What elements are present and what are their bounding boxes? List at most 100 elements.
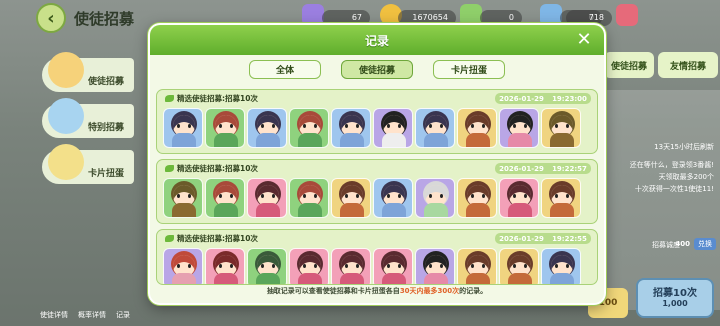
character-card[interactable]: [373, 178, 413, 218]
recruit-info-panel: 13天15小时后刷新 还在等什么，登录领3番酱! 天领取最多200个 十次获得一…: [602, 90, 720, 310]
character-card[interactable]: [163, 108, 203, 148]
character-eye: [188, 264, 191, 268]
character-card[interactable]: [289, 178, 329, 218]
character-card[interactable]: [331, 178, 371, 218]
character-body: [550, 273, 574, 284]
character-card[interactable]: [205, 178, 245, 218]
record-title-text: 精选使徒招募:招募10次: [177, 234, 258, 243]
character-card[interactable]: [457, 108, 497, 148]
character-eye: [188, 194, 191, 198]
side-tab-special-recruit[interactable]: 特别招募: [42, 98, 134, 138]
character-eye: [440, 124, 443, 128]
leaf-icon: [165, 165, 174, 172]
character-eye: [345, 194, 348, 198]
card-list: [163, 248, 581, 284]
recruit-ten-label: 招募10次: [653, 288, 697, 299]
character-card[interactable]: [541, 248, 581, 284]
character-eye: [566, 194, 569, 198]
close-icon[interactable]: ✕: [574, 30, 594, 50]
record-date: 2026-01-29: [499, 164, 544, 173]
character-card[interactable]: [373, 248, 413, 284]
character-body: [466, 273, 490, 284]
character-body: [214, 203, 238, 217]
record-timestamp: 2026-01-29 19:22:55: [495, 233, 591, 244]
character-card[interactable]: [247, 248, 287, 284]
character-eye: [482, 264, 485, 268]
character-card[interactable]: [541, 108, 581, 148]
back-button[interactable]: ‹: [36, 3, 66, 33]
character-eye: [230, 264, 233, 268]
footer-highlight: 30天内最多300次: [399, 287, 460, 295]
character-card[interactable]: [373, 108, 413, 148]
character-eye: [303, 264, 306, 268]
record-title-text: 精选使徒招募:招募10次: [177, 94, 258, 103]
character-body: [298, 203, 322, 217]
character-eye: [513, 124, 516, 128]
record-entry: 精选使徒招募:招募10次 2026-01-29 19:23:00: [156, 89, 598, 154]
record-time: 19:22:57: [552, 164, 587, 173]
modal-header: 记录 ✕: [150, 25, 604, 55]
exchange-button[interactable]: 兑换: [694, 238, 716, 250]
probability-detail-link[interactable]: 概率详情: [78, 310, 106, 320]
record-link[interactable]: 记录: [116, 310, 130, 320]
character-body: [298, 273, 322, 284]
info-line: 还在等什么，登录领3番酱!: [629, 161, 714, 169]
character-card[interactable]: [415, 108, 455, 148]
footer-suffix: 的记录。: [459, 287, 488, 295]
side-tab-label: 卡片扭蛋: [87, 169, 124, 179]
character-card[interactable]: [499, 108, 539, 148]
record-date: 2026-01-29: [499, 94, 544, 103]
side-tab-label: 特别招募: [87, 123, 124, 133]
side-tab-card-gacha[interactable]: 卡片扭蛋: [42, 144, 134, 184]
character-card[interactable]: [457, 178, 497, 218]
apostle-detail-link[interactable]: 使徒详情: [40, 310, 68, 320]
character-eye: [314, 264, 317, 268]
character-card[interactable]: [289, 108, 329, 148]
character-card[interactable]: [499, 178, 539, 218]
tab-friend-recruit[interactable]: 友情招募: [658, 52, 718, 78]
card-list: [163, 178, 581, 218]
character-card[interactable]: [499, 248, 539, 284]
character-card[interactable]: [289, 248, 329, 284]
record-title: 精选使徒招募:招募10次: [165, 93, 258, 104]
character-card[interactable]: [205, 248, 245, 284]
character-eye: [345, 124, 348, 128]
character-eye: [555, 194, 558, 198]
character-eye: [513, 194, 516, 198]
character-card[interactable]: [331, 248, 371, 284]
character-body: [382, 203, 406, 217]
character-card[interactable]: [541, 178, 581, 218]
character-card[interactable]: [415, 178, 455, 218]
card-gacha-icon: [48, 144, 84, 180]
character-eye: [566, 264, 569, 268]
tab-card-gacha[interactable]: 卡片扭蛋: [433, 60, 505, 79]
character-card[interactable]: [457, 248, 497, 284]
record-date: 2026-01-29: [499, 234, 544, 243]
character-eye: [387, 264, 390, 268]
character-body: [424, 133, 448, 147]
recruit-ten-button[interactable]: 招募10次 1,000: [636, 278, 714, 318]
character-eye: [314, 194, 317, 198]
character-card[interactable]: [205, 108, 245, 148]
character-card[interactable]: [163, 248, 203, 284]
character-card[interactable]: [415, 248, 455, 284]
character-card[interactable]: [331, 108, 371, 148]
character-card[interactable]: [163, 178, 203, 218]
leaf-icon: [165, 235, 174, 242]
side-tab-apostle-recruit[interactable]: 使徒招募: [42, 52, 134, 92]
character-card[interactable]: [247, 108, 287, 148]
character-eye: [188, 124, 191, 128]
character-eye: [471, 194, 474, 198]
tab-apostle-recruit[interactable]: 使徒招募: [341, 60, 413, 79]
record-title: 精选使徒招募:招募10次: [165, 233, 258, 244]
character-body: [172, 203, 196, 217]
character-body: [382, 273, 406, 284]
bottom-links: 使徒详情 概率详情 记录: [40, 310, 130, 320]
refresh-timer: 13天15小时后刷新: [654, 143, 714, 151]
character-body: [256, 203, 280, 217]
character-eye: [261, 194, 264, 198]
character-eye: [177, 264, 180, 268]
tab-all[interactable]: 全体: [249, 60, 321, 79]
character-card[interactable]: [247, 178, 287, 218]
tab-apostle-recruit-right[interactable]: 使徒招募: [604, 52, 654, 78]
